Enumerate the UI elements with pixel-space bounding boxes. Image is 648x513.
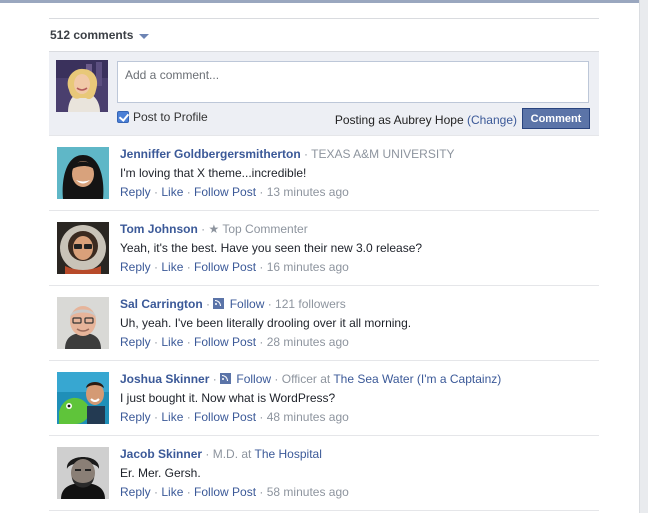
comment-input[interactable] xyxy=(117,61,589,103)
posting-as: Posting as Aubrey Hope (Change) xyxy=(335,113,517,127)
meta-separator: · xyxy=(209,372,221,386)
comment-author[interactable]: Sal Carrington xyxy=(120,297,203,311)
avatar xyxy=(56,60,108,112)
like-link[interactable]: Like xyxy=(161,335,183,349)
posting-as-label: Posting as Aubrey Hope xyxy=(334,113,464,127)
author-badge: Top Commenter xyxy=(222,222,308,236)
comment-item: Jacob Skinner · M.D. at The Hospital Er.… xyxy=(49,435,599,510)
comment-composer: Post to Profile Posting as Aubrey Hope (… xyxy=(49,51,599,135)
comments-plugin: 512 comments Post to Profile Posting as … xyxy=(49,18,599,510)
avatar[interactable] xyxy=(57,372,109,424)
comment-author[interactable]: Jenniffer Goldbergersmitherton xyxy=(120,147,301,161)
footer-divider xyxy=(49,510,599,511)
comments-count[interactable]: 512 comments xyxy=(50,28,133,42)
comment-text: I'm loving that X theme...incredible! xyxy=(120,166,307,180)
comment-button[interactable]: Comment xyxy=(522,108,590,129)
follow-post-link[interactable]: Follow Post xyxy=(194,485,256,499)
comment-text: Yeah, it's the best. Have you seen their… xyxy=(120,241,423,255)
star-icon: ★ xyxy=(208,222,220,236)
avatar[interactable] xyxy=(57,222,109,274)
follow-author-link[interactable]: Follow xyxy=(230,297,265,311)
comment-actions: Reply · Like · Follow Post · 48 minutes … xyxy=(120,410,349,424)
reply-link[interactable]: Reply xyxy=(120,260,151,274)
post-to-profile-label: Post to Profile xyxy=(133,110,208,124)
like-link[interactable]: Like xyxy=(161,410,183,424)
reply-link[interactable]: Reply xyxy=(120,485,151,499)
comment-timestamp[interactable]: 13 minutes ago xyxy=(267,185,349,199)
follow-author-link[interactable]: Follow xyxy=(236,372,271,386)
comment-text: Er. Mer. Gersh. xyxy=(120,466,201,480)
follow-post-link[interactable]: Follow Post xyxy=(194,410,256,424)
avatar[interactable] xyxy=(57,447,109,499)
comment-author[interactable]: Jacob Skinner xyxy=(120,447,202,461)
page-edge xyxy=(639,0,648,513)
comment-actions: Reply · Like · Follow Post · 58 minutes … xyxy=(120,485,349,499)
author-affiliation: TEXAS A&M UNIVERSITY xyxy=(311,147,455,161)
avatar[interactable] xyxy=(57,297,109,349)
like-link[interactable]: Like xyxy=(161,485,183,499)
reply-link[interactable]: Reply xyxy=(120,410,151,424)
comment-item: Sal Carrington · Follow · 121 followers … xyxy=(49,285,599,360)
author-workplace-link[interactable]: The Hospital xyxy=(255,447,322,461)
follower-count: · 121 followers xyxy=(264,297,346,311)
comments-count-bar[interactable]: 512 comments xyxy=(49,19,599,51)
comment-item: Joshua Skinner · Follow · Officer at The… xyxy=(49,360,599,435)
comment-text: I just bought it. Now what is WordPress? xyxy=(120,391,336,405)
rss-icon xyxy=(213,298,225,309)
meta-separator: · xyxy=(197,222,209,236)
change-identity-link[interactable]: (Change) xyxy=(467,113,517,127)
comment-actions: Reply · Like · Follow Post · 16 minutes … xyxy=(120,260,349,274)
meta-separator: · xyxy=(300,147,312,161)
post-to-profile-toggle[interactable]: Post to Profile xyxy=(117,110,208,124)
reply-link[interactable]: Reply xyxy=(120,185,151,199)
comment-item: Jenniffer Goldbergersmitherton · TEXAS A… xyxy=(49,135,599,210)
comment-actions: Reply · Like · Follow Post · 13 minutes … xyxy=(120,185,349,199)
comment-author[interactable]: Joshua Skinner xyxy=(120,372,209,386)
comment-actions: Reply · Like · Follow Post · 28 minutes … xyxy=(120,335,349,349)
author-workplace-link[interactable]: The Sea Water (I'm a Captainz) xyxy=(333,372,501,386)
follow-post-link[interactable]: Follow Post xyxy=(194,335,256,349)
comment-timestamp[interactable]: 28 minutes ago xyxy=(267,335,349,349)
author-occupation: · Officer at xyxy=(271,372,334,386)
comment-text: Uh, yeah. I've been literally drooling o… xyxy=(120,316,412,330)
post-to-profile-checkbox[interactable] xyxy=(117,111,129,123)
follow-post-link[interactable]: Follow Post xyxy=(194,185,256,199)
comment-timestamp[interactable]: 58 minutes ago xyxy=(267,485,349,499)
chevron-down-icon[interactable] xyxy=(139,33,150,39)
meta-separator: · xyxy=(202,297,214,311)
meta-separator: · xyxy=(202,447,213,461)
comment-author[interactable]: Tom Johnson xyxy=(120,222,198,236)
follow-post-link[interactable]: Follow Post xyxy=(194,260,256,274)
top-border xyxy=(0,0,648,3)
author-occupation: M.D. at xyxy=(212,447,255,461)
comment-timestamp[interactable]: 16 minutes ago xyxy=(267,260,349,274)
rss-icon xyxy=(220,373,232,384)
like-link[interactable]: Like xyxy=(161,260,183,274)
avatar[interactable] xyxy=(57,147,109,199)
reply-link[interactable]: Reply xyxy=(120,335,151,349)
comment-timestamp[interactable]: 48 minutes ago xyxy=(267,410,349,424)
comment-item: Tom Johnson · ★ Top Commenter Yeah, it's… xyxy=(49,210,599,285)
like-link[interactable]: Like xyxy=(161,185,183,199)
